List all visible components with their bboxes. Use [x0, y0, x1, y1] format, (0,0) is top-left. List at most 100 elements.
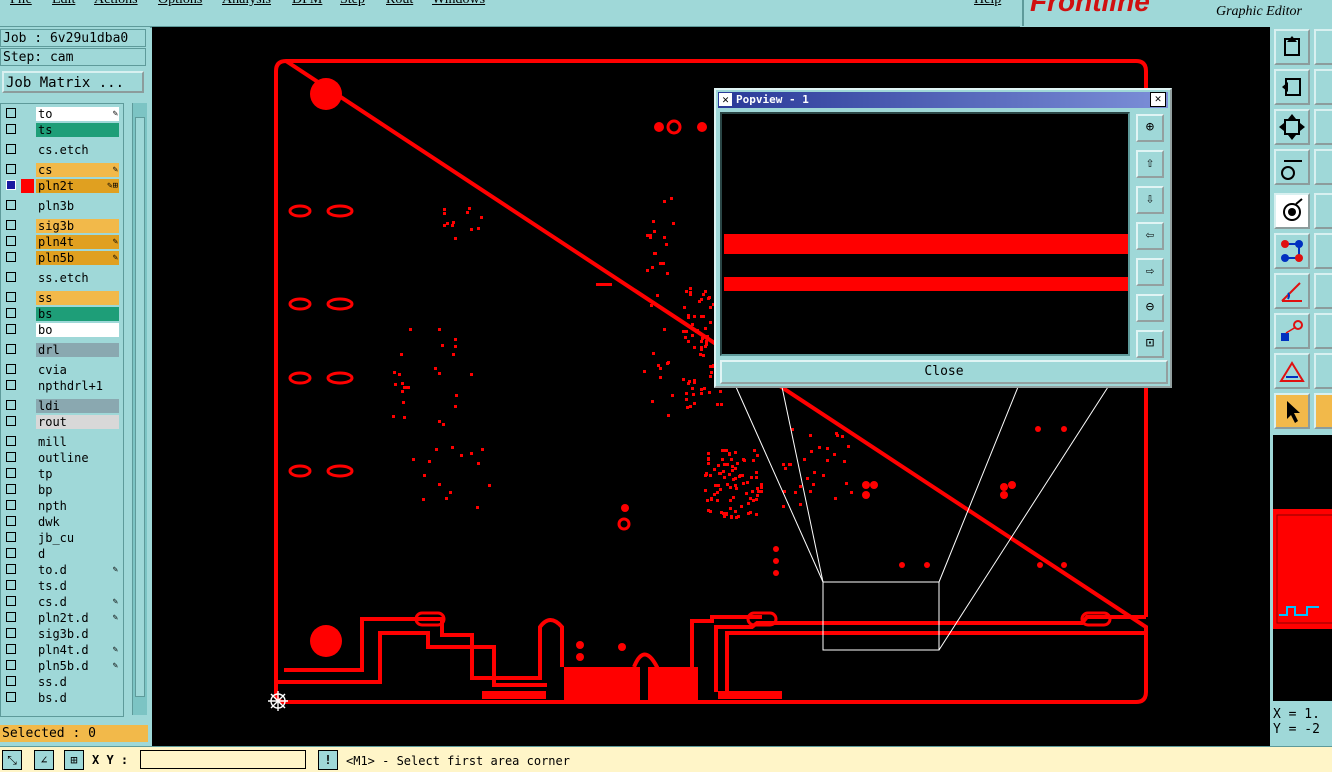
layer-color-swatch[interactable] — [21, 547, 34, 561]
toolbar-angle-button[interactable] — [1274, 273, 1310, 309]
layer-list-scrollbar[interactable] — [132, 103, 147, 715]
grid-button[interactable]: ⊞ — [64, 750, 84, 770]
layer-name[interactable]: outline — [36, 451, 119, 465]
layer-name[interactable]: jb_cu — [36, 531, 119, 545]
layer-color-swatch[interactable] — [21, 235, 34, 249]
overview-minimap[interactable] — [1273, 435, 1332, 701]
layer-name[interactable]: cvia — [36, 363, 119, 377]
layer-name[interactable]: ldi — [36, 399, 119, 413]
layer-name[interactable]: mill — [36, 435, 119, 449]
layer-name[interactable]: pln4t — [36, 235, 119, 249]
layer-checkbox[interactable] — [6, 144, 16, 154]
layer-row[interactable]: ss.d — [1, 675, 121, 689]
layer-name[interactable]: to — [36, 107, 119, 121]
layer-color-swatch[interactable] — [21, 579, 34, 593]
layer-name[interactable]: ts.d — [36, 579, 119, 593]
layer-checkbox[interactable] — [6, 236, 16, 246]
layer-row[interactable]: to ✎ — [1, 107, 121, 121]
layer-color-swatch[interactable] — [21, 415, 34, 429]
layer-color-swatch[interactable] — [21, 343, 34, 357]
toolbar-extra-button-9[interactable] — [1314, 353, 1332, 389]
popview-close-button[interactable]: Close — [720, 360, 1168, 384]
layer-row[interactable]: pln2t ✎⊞ — [1, 179, 121, 193]
layer-name[interactable]: sig3b.d — [36, 627, 119, 641]
layer-color-swatch[interactable] — [21, 179, 34, 193]
layer-row[interactable]: cs.etch — [1, 143, 121, 157]
layer-checkbox[interactable] — [6, 500, 16, 510]
toolbar-pad-button[interactable] — [1274, 313, 1310, 349]
layer-color-swatch[interactable] — [21, 643, 34, 657]
pan-left-icon[interactable]: ⇦ — [1136, 222, 1164, 250]
toolbar-extra-button-4[interactable] — [1314, 149, 1332, 185]
layer-name[interactable]: dwk — [36, 515, 119, 529]
layer-checkbox[interactable] — [6, 436, 16, 446]
layer-row[interactable]: sig3b.d — [1, 627, 121, 641]
layer-checkbox[interactable] — [6, 252, 16, 262]
layer-row[interactable]: pln4t ✎ — [1, 235, 121, 249]
toolbar-snap-button[interactable] — [1274, 193, 1310, 229]
layer-color-swatch[interactable] — [21, 467, 34, 481]
layer-row[interactable]: pln4t.d ✎ — [1, 643, 121, 657]
layer-color-swatch[interactable] — [21, 691, 34, 705]
menu-dfm[interactable]: DFM — [292, 0, 322, 8]
layer-name[interactable]: pln5b — [36, 251, 119, 265]
layer-row[interactable]: bo — [1, 323, 121, 337]
toolbar-extra-button-7[interactable] — [1314, 273, 1332, 309]
toolbar-fit-button[interactable] — [1274, 109, 1310, 145]
toolbar-extra-button-10[interactable] — [1314, 393, 1332, 429]
layer-checkbox[interactable] — [6, 580, 16, 590]
zoom-area-button[interactable]: ⤡ — [2, 750, 22, 770]
layer-checkbox[interactable] — [6, 532, 16, 542]
layer-row[interactable]: pln5b ✎ — [1, 251, 121, 265]
layer-color-swatch[interactable] — [21, 627, 34, 641]
layer-checkbox[interactable] — [6, 692, 16, 702]
zoom-out-icon[interactable]: ⊖ — [1136, 294, 1164, 322]
layer-checkbox[interactable] — [6, 644, 16, 654]
layer-color-swatch[interactable] — [21, 163, 34, 177]
toolbar-select-button[interactable] — [1274, 393, 1310, 429]
toolbar-net-button[interactable] — [1274, 233, 1310, 269]
layer-color-swatch[interactable] — [21, 307, 34, 321]
layer-row[interactable]: ts — [1, 123, 121, 137]
toolbar-triangle-button[interactable] — [1274, 353, 1310, 389]
alert-icon[interactable]: ! — [318, 750, 338, 770]
layer-checkbox[interactable] — [6, 108, 16, 118]
layer-color-swatch[interactable] — [21, 515, 34, 529]
toolbar-extra-button-3[interactable] — [1314, 109, 1332, 145]
layer-checkbox[interactable] — [6, 324, 16, 334]
layer-row[interactable]: ts.d — [1, 579, 121, 593]
pan-down-icon[interactable]: ⇩ — [1136, 186, 1164, 214]
layer-name[interactable]: pln3b — [36, 199, 119, 213]
layer-checkbox[interactable] — [6, 200, 16, 210]
layer-checkbox[interactable] — [6, 308, 16, 318]
toolbar-extra-button-1[interactable] — [1314, 29, 1332, 65]
menu-windows[interactable]: Windows — [432, 0, 485, 8]
layer-row[interactable]: bs.d — [1, 691, 121, 705]
layer-color-swatch[interactable] — [21, 451, 34, 465]
layer-name[interactable]: pln4t.d — [36, 643, 119, 657]
layer-checkbox[interactable] — [6, 628, 16, 638]
layer-name[interactable]: ss.etch — [36, 271, 119, 285]
layer-color-swatch[interactable] — [21, 107, 34, 121]
layer-checkbox[interactable] — [6, 380, 16, 390]
layer-checkbox[interactable] — [6, 660, 16, 670]
layer-row[interactable]: outline — [1, 451, 121, 465]
layer-row[interactable]: pln3b — [1, 199, 121, 213]
layer-checkbox[interactable] — [6, 164, 16, 174]
layer-row[interactable]: d — [1, 547, 121, 561]
layer-row[interactable]: drl — [1, 343, 121, 357]
layer-color-swatch[interactable] — [21, 291, 34, 305]
layer-row[interactable]: bs — [1, 307, 121, 321]
layer-checkbox[interactable] — [6, 180, 16, 190]
layer-checkbox[interactable] — [6, 516, 16, 526]
layer-color-swatch[interactable] — [21, 499, 34, 513]
zoom-in-icon[interactable]: ⊕ — [1136, 114, 1164, 142]
toolbar-extra-button-5[interactable] — [1314, 193, 1332, 229]
layer-color-swatch[interactable] — [21, 363, 34, 377]
layer-checkbox[interactable] — [6, 468, 16, 478]
layer-row[interactable]: cs.d ✎ — [1, 595, 121, 609]
layer-checkbox[interactable] — [6, 400, 16, 410]
layer-name[interactable]: ts — [36, 123, 119, 137]
layer-name[interactable]: cs — [36, 163, 119, 177]
layer-row[interactable]: pln5b.d ✎ — [1, 659, 121, 673]
